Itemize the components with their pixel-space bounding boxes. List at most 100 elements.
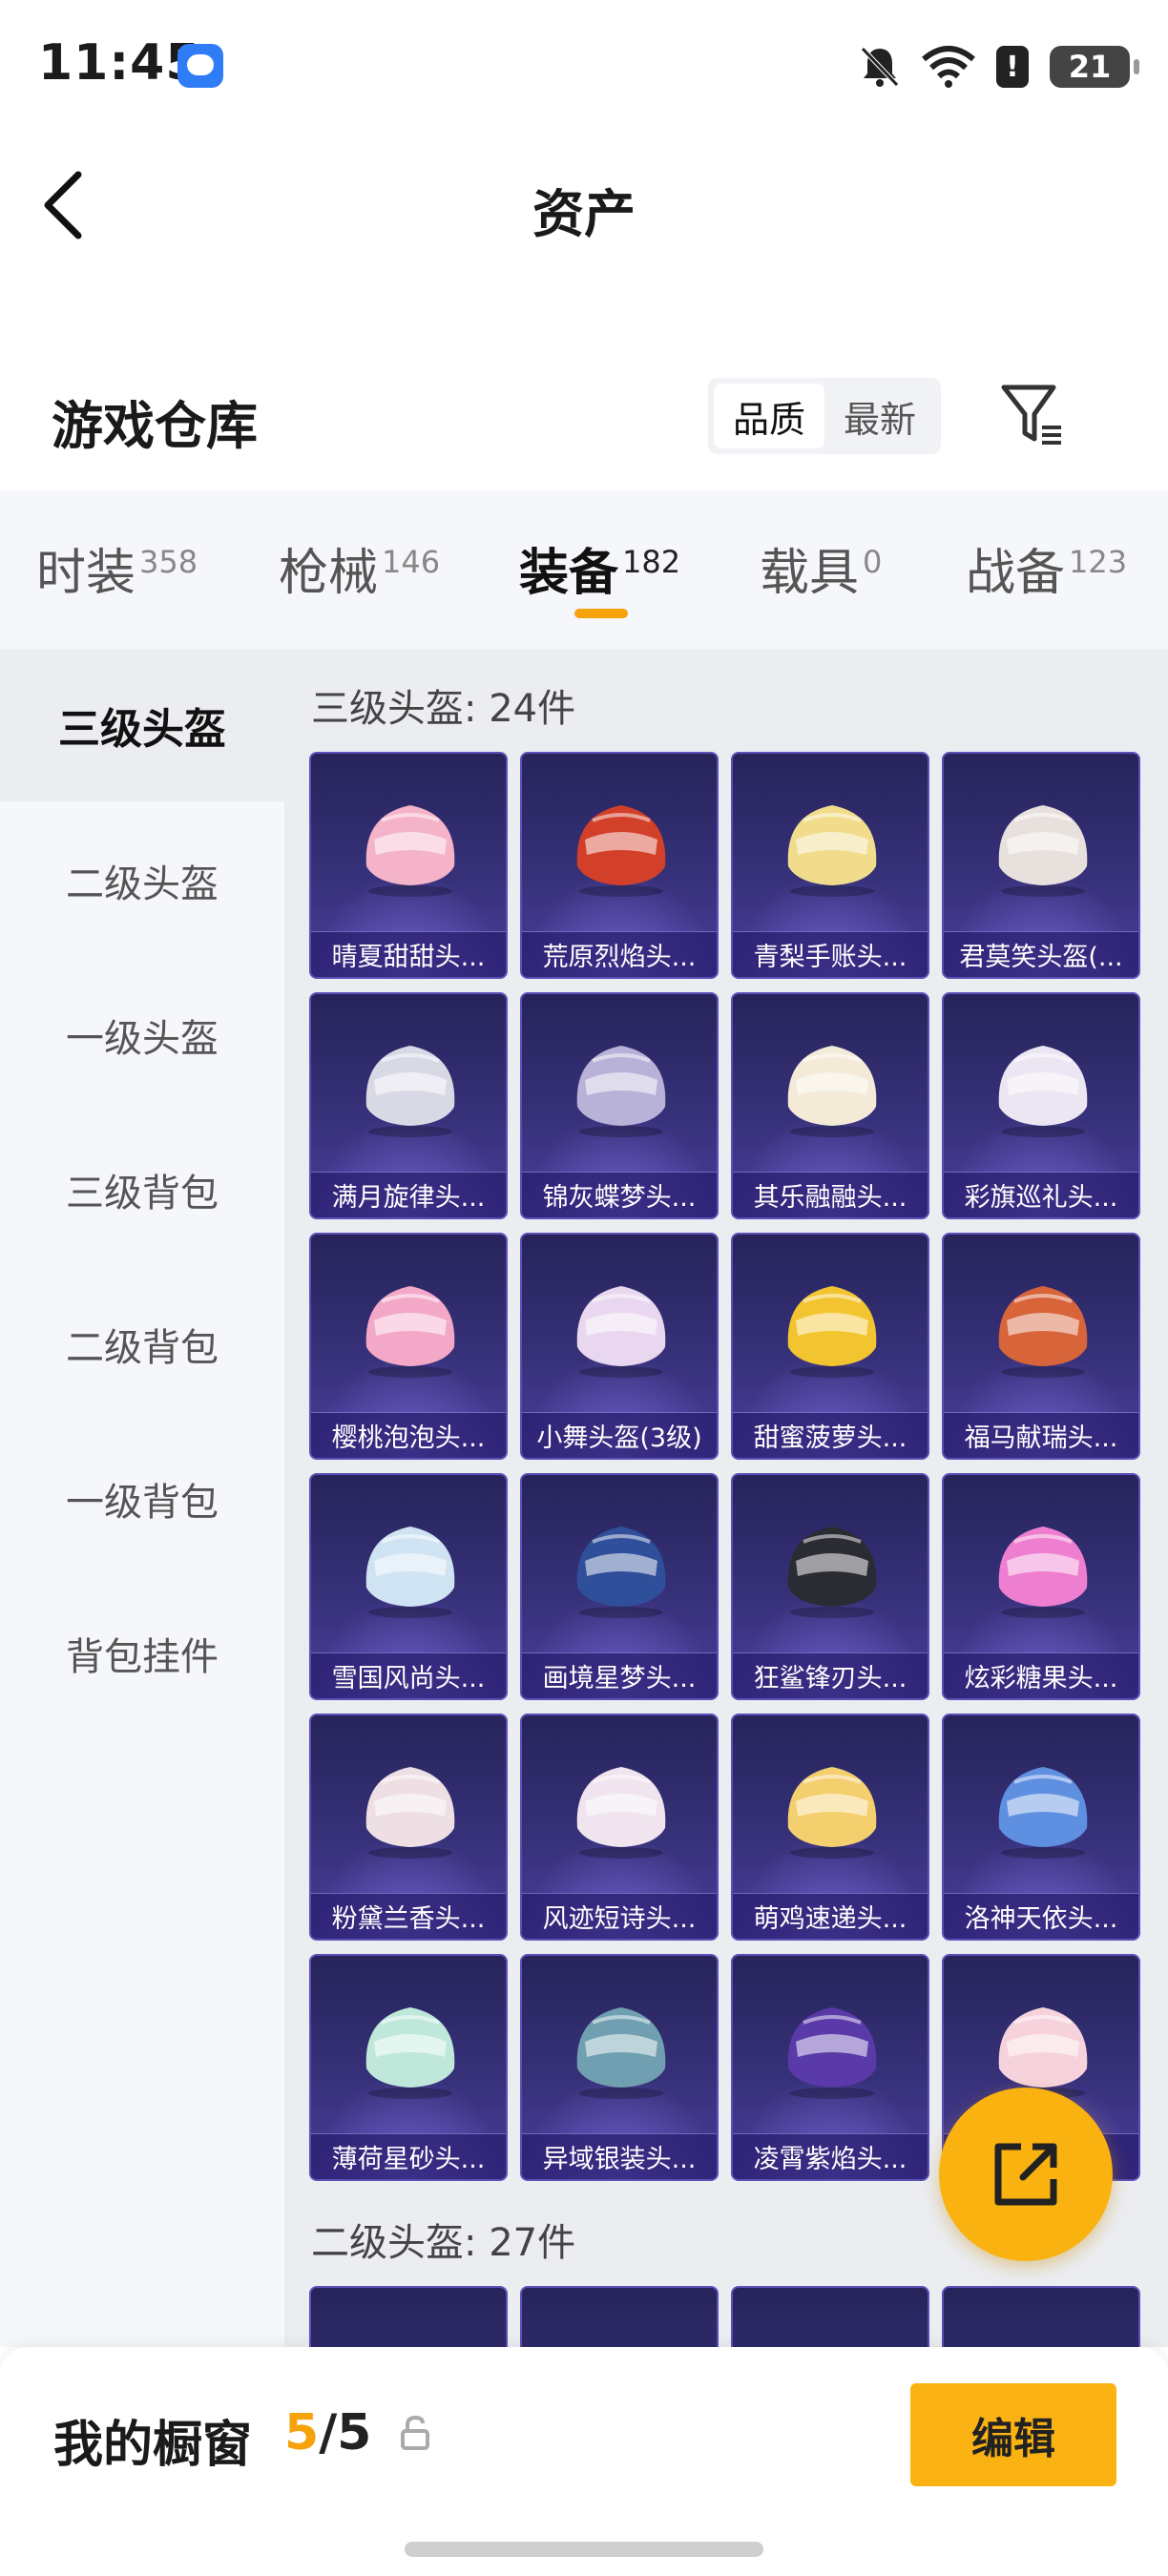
item-card[interactable]: 炫彩糖果头... — [942, 1473, 1140, 1700]
sidebar-item-level2-backpack[interactable]: 二级背包 — [0, 1268, 284, 1421]
tab-count: 182 — [622, 544, 681, 580]
sidebar-item-level3-helmet[interactable]: 三级头盔 — [0, 649, 284, 801]
item-name-text: 画境星梦头... — [542, 1664, 697, 1693]
item-grid-level3-helmet: 晴夏甜甜头... 荒原烈焰头... 青梨手账头... 君莫笑头盔(... 满月旋律头..… — [309, 752, 1140, 2181]
item-card[interactable]: 小舞头盔(3级) — [520, 1233, 719, 1460]
item-card[interactable]: 雪国风尚头... — [309, 1473, 508, 1700]
item-card[interactable]: 粉黛兰香头... — [309, 1714, 508, 1941]
helmet-icon — [775, 1513, 889, 1620]
tab-vehicles[interactable]: 载具 0 — [760, 532, 882, 604]
tab-battle-prep[interactable]: 战备 123 — [966, 532, 1127, 604]
item-card-partial[interactable] — [942, 2286, 1140, 2347]
item-card[interactable]: 樱桃泡泡头... — [309, 1233, 508, 1460]
item-card-partial[interactable] — [309, 2286, 508, 2347]
sidebar-item-level2-helmet[interactable]: 二级头盔 — [0, 804, 284, 957]
helmet-icon — [775, 1994, 889, 2101]
filter-button[interactable] — [998, 380, 1065, 450]
item-card[interactable]: 萌鸡速递头... — [731, 1714, 929, 1941]
edit-button[interactable]: 编辑 — [910, 2383, 1116, 2486]
tab-equipment[interactable]: 装备 182 — [519, 532, 680, 604]
share-icon — [994, 2143, 1057, 2206]
sidebar-item-level3-backpack[interactable]: 三级背包 — [0, 1113, 284, 1266]
item-card[interactable]: 异域银装头... — [520, 1954, 719, 2181]
item-card-partial[interactable] — [520, 2286, 719, 2347]
share-button[interactable] — [939, 2088, 1113, 2261]
sidebar-item-backpack-charm[interactable]: 背包挂件 — [0, 1577, 284, 1730]
helmet-icon — [986, 1032, 1100, 1139]
tab-label: 装备 — [519, 545, 619, 602]
item-card[interactable]: 其乐融融头... — [731, 992, 929, 1219]
item-card[interactable]: 洛神天依头... — [942, 1714, 1140, 1941]
item-name: 樱桃泡泡头... — [311, 1412, 506, 1458]
item-name-text: 荒原烈焰头... — [542, 943, 697, 972]
helmet-icon — [353, 1754, 468, 1860]
tab-firearms[interactable]: 枪械 146 — [279, 532, 440, 604]
item-card[interactable]: 彩旗巡礼头... — [942, 992, 1140, 1219]
status-icons: ! 21 — [859, 38, 1139, 95]
item-name-text: 其乐融融头... — [753, 1183, 907, 1213]
sidebar-item-level1-helmet[interactable]: 一级头盔 — [0, 959, 284, 1111]
item-name: 凌霄紫焰头... — [733, 2133, 928, 2179]
tab-count: 123 — [1069, 544, 1128, 580]
item-card[interactable]: 画境星梦头... — [520, 1473, 719, 1700]
item-name-text: 小舞头盔(3级) — [536, 1423, 702, 1453]
item-name: 薄荷星砂头... — [311, 2133, 506, 2179]
item-card[interactable]: 凌霄紫焰头... — [731, 1954, 929, 2181]
alert-icon: ! — [996, 46, 1029, 88]
item-card[interactable]: 青梨手账头... — [731, 752, 929, 979]
active-tab-indicator — [574, 609, 628, 618]
item-card[interactable]: 君莫笑头盔(... — [942, 752, 1140, 979]
item-name: 甜蜜菠萝头... — [733, 1412, 928, 1458]
helmet-icon — [986, 1273, 1100, 1380]
sidebar: 三级头盔 二级头盔 一级头盔 三级背包 二级背包 一级背包 背包挂件 — [0, 649, 284, 2347]
item-name: 狂鲨锋刃头... — [733, 1652, 928, 1698]
battery-level: 21 — [1068, 49, 1112, 85]
showcase-count: 5/5 — [284, 2404, 371, 2462]
showcase-current: 5 — [284, 2404, 320, 2462]
item-card[interactable]: 狂鲨锋刃头... — [731, 1473, 929, 1700]
item-name-text: 甜蜜菠萝头... — [753, 1423, 907, 1453]
item-name: 雪国风尚头... — [311, 1652, 506, 1698]
tab-fashion[interactable]: 时装 358 — [36, 532, 198, 604]
item-name-text: 晴夏甜甜头... — [331, 943, 486, 972]
helmet-icon — [775, 1754, 889, 1860]
item-name: 福马献瑞头... — [944, 1412, 1138, 1458]
tab-label: 时装 — [36, 545, 136, 602]
item-card[interactable]: 甜蜜菠萝头... — [731, 1233, 929, 1460]
item-name-text: 满月旋律头... — [331, 1183, 486, 1213]
item-name: 君莫笑头盔(... — [944, 931, 1138, 977]
helmet-icon — [564, 1754, 678, 1860]
item-card[interactable]: 满月旋律头... — [309, 992, 508, 1219]
item-card-partial[interactable] — [731, 2286, 929, 2347]
tab-label: 载具 — [760, 545, 860, 602]
helmet-icon — [353, 1273, 468, 1380]
battery-icon: 21 — [1050, 46, 1139, 88]
helmet-icon — [775, 1273, 889, 1380]
item-card[interactable]: 晴夏甜甜头... — [309, 752, 508, 979]
sidebar-item-level1-backpack[interactable]: 一级背包 — [0, 1423, 284, 1575]
item-card[interactable]: 风迹短诗头... — [520, 1714, 719, 1941]
item-card[interactable]: 锦灰蝶梦头... — [520, 992, 719, 1219]
sort-option-quality[interactable]: 品质 — [714, 384, 824, 448]
home-indicator[interactable] — [405, 2542, 763, 2557]
item-name-text: 风迹短诗头... — [542, 1904, 697, 1934]
item-card[interactable]: 薄荷星砂头... — [309, 1954, 508, 2181]
item-name-text: 萌鸡速递头... — [753, 1904, 907, 1934]
showcase-label: 我的橱窗 — [53, 2417, 253, 2474]
item-name: 满月旋律头... — [311, 1172, 506, 1217]
item-name: 其乐融融头... — [733, 1172, 928, 1217]
helmet-icon — [564, 1273, 678, 1380]
item-name: 洛神天依头... — [944, 1893, 1138, 1939]
page-title: 资产 — [532, 184, 636, 244]
item-card[interactable]: 福马献瑞头... — [942, 1233, 1140, 1460]
helmet-icon — [986, 1754, 1100, 1860]
item-card[interactable]: 荒原烈焰头... — [520, 752, 719, 979]
item-name: 异域银装头... — [522, 2133, 717, 2179]
item-name: 风迹短诗头... — [522, 1893, 717, 1939]
tab-label: 战备 — [966, 545, 1066, 602]
item-name-text: 薄荷星砂头... — [331, 2145, 486, 2174]
helmet-icon — [564, 1994, 678, 2101]
sort-option-newest[interactable]: 最新 — [824, 384, 935, 448]
item-name-text: 洛神天依头... — [964, 1904, 1118, 1934]
mute-bell-icon — [861, 47, 899, 87]
